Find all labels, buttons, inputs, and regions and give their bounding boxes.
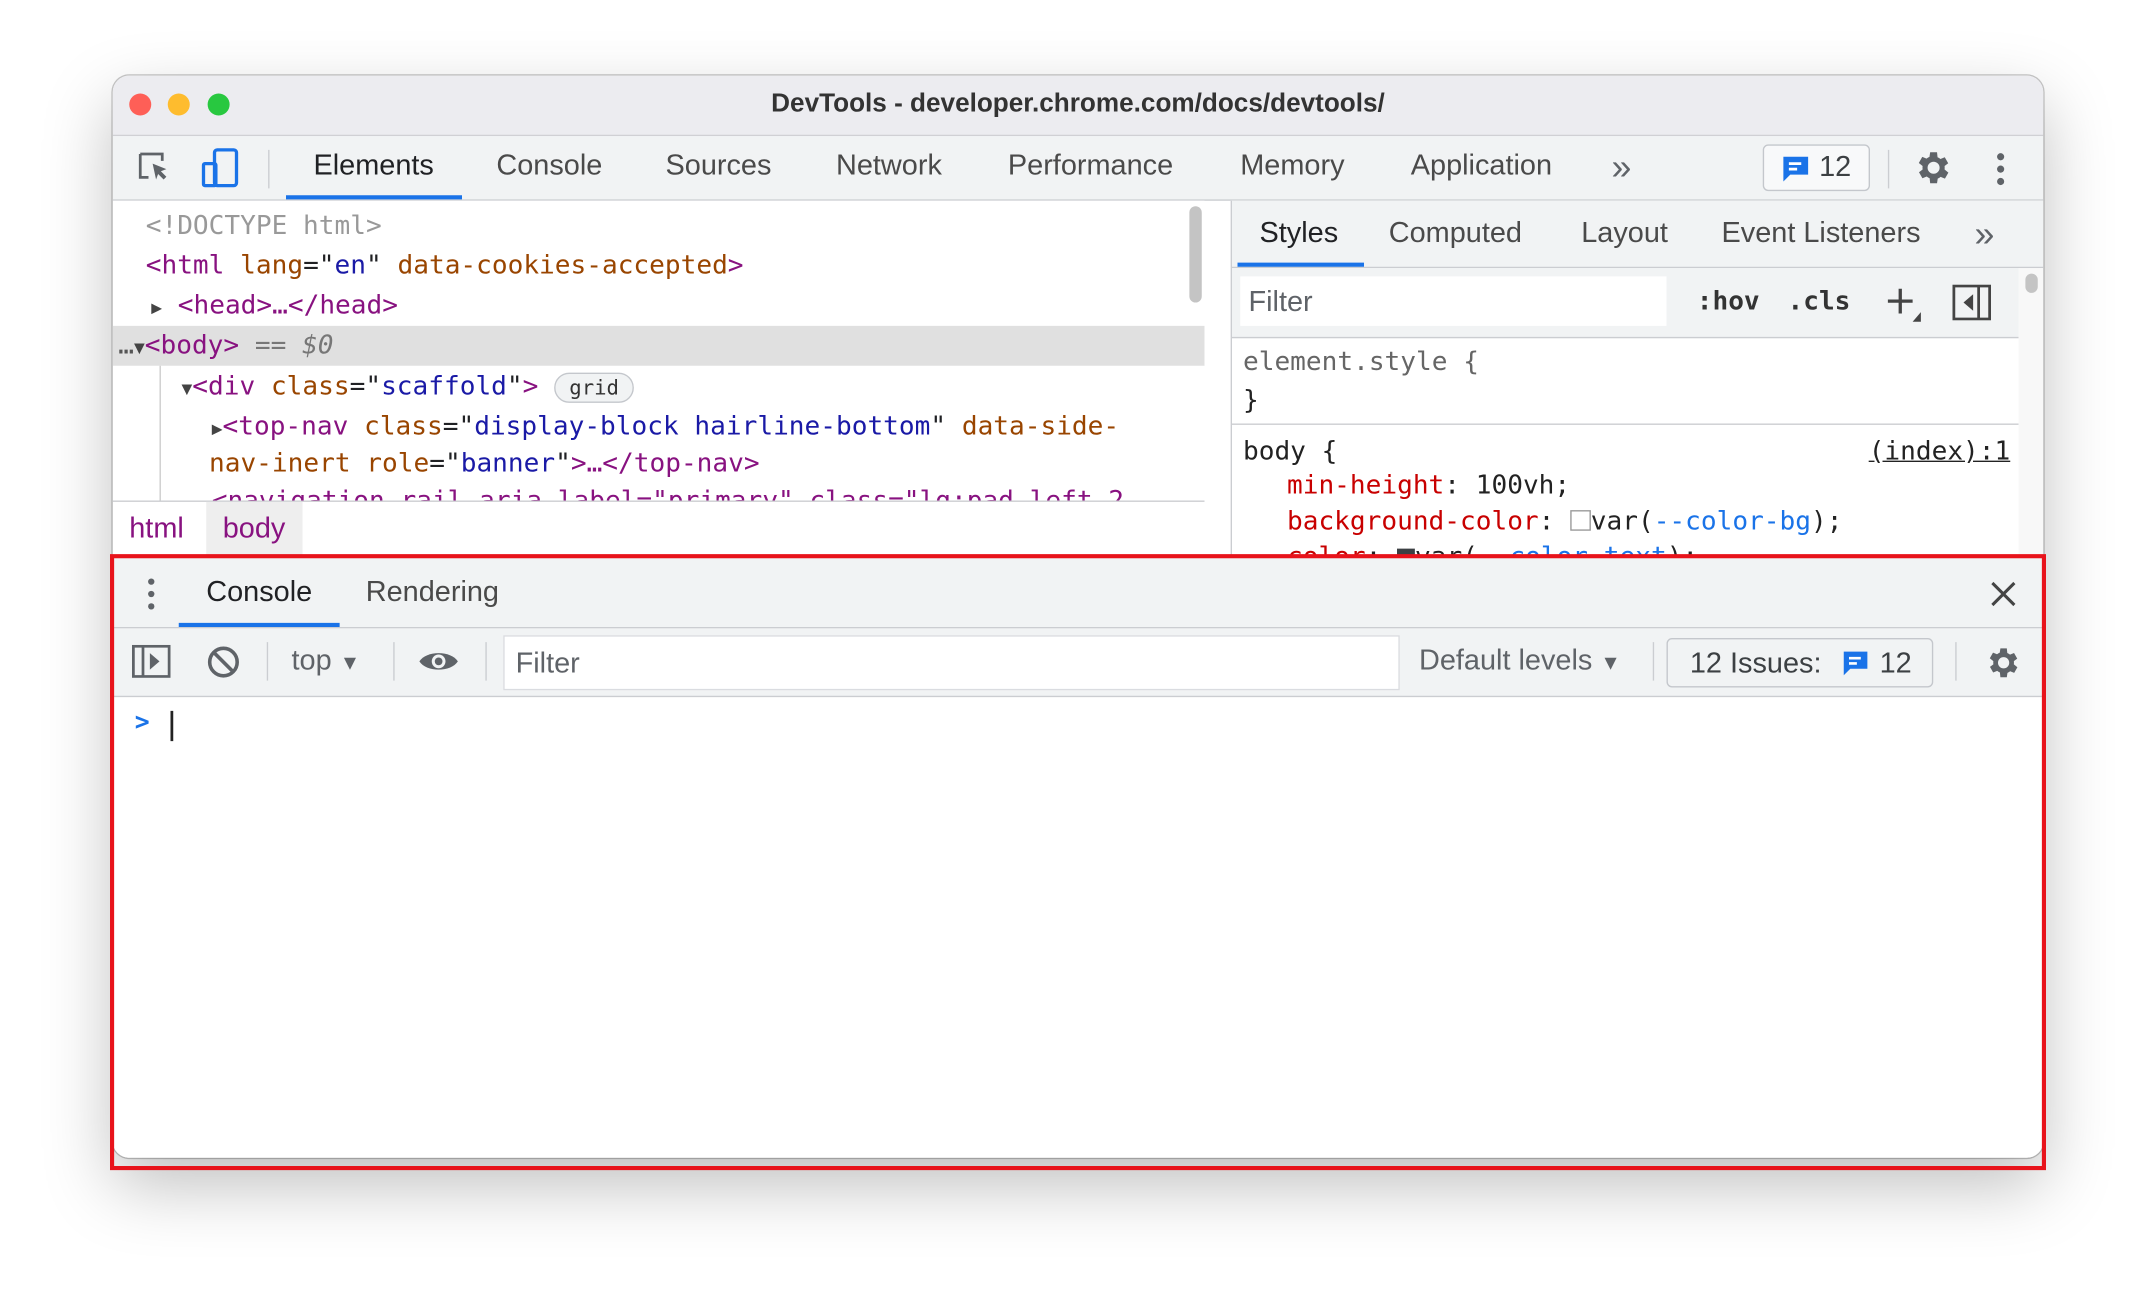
attr-value: en — [334, 250, 367, 281]
brace: } — [1243, 385, 1259, 416]
dom-node-navigation-rail[interactable]: <navigation-rail aria-label="primary" cl… — [212, 481, 1124, 500]
dom-node-doctype[interactable]: <!DOCTYPE html> — [146, 206, 382, 246]
dom-node-top-nav-cont: nav-inert role="banner">…</top-nav> — [209, 448, 760, 479]
element-style-rule[interactable]: element.style {} — [1243, 342, 1479, 419]
styles-tabs: Styles Computed Layout Event Listeners » — [1232, 200, 2044, 269]
collapse-triangle-icon[interactable]: ▼ — [134, 338, 145, 359]
dom-node-html[interactable]: <html lang="en" data-cookies-accepted> — [146, 246, 744, 286]
source-link[interactable]: (index):1 — [1869, 432, 2011, 471]
issues-button[interactable]: 12 — [1762, 144, 1870, 192]
attr-name: class — [364, 411, 443, 442]
tab-layout[interactable]: Layout — [1581, 201, 1668, 267]
active-tab-indicator — [1237, 262, 1364, 267]
issues-message-icon — [1783, 156, 1809, 182]
tag-name: <div — [192, 371, 256, 402]
styles-filter-bar: Filter :hov .cls — [1232, 268, 2019, 339]
attr-value: banner — [460, 448, 556, 479]
dom-node-head[interactable]: ▶ <head>…</head> — [151, 286, 398, 329]
indent-guide — [159, 365, 161, 501]
issues-count: 12 — [1819, 151, 1852, 183]
tab-performance[interactable]: Performance — [1008, 136, 1173, 199]
tab-memory[interactable]: Memory — [1240, 136, 1344, 199]
prop-value: var( — [1590, 506, 1654, 537]
new-style-rule-icon[interactable] — [1887, 285, 1923, 324]
divider — [1887, 149, 1890, 189]
more-options-icon[interactable] — [1994, 150, 2008, 189]
styles-pane: Styles Computed Layout Event Listeners »… — [1230, 200, 2044, 572]
settings-gear-icon[interactable] — [1911, 147, 1952, 188]
style-prop[interactable]: background-color: var(--color-bg); — [1243, 503, 1842, 539]
tag-name: >…</top-nav> — [570, 448, 760, 479]
cls-button[interactable]: .cls — [1788, 286, 1851, 316]
tag-name: <top-nav — [222, 411, 349, 442]
attr-name: data-cookies-accepted — [397, 250, 728, 281]
dom-tree: <!DOCTYPE html> <html lang="en" data-coo… — [112, 200, 1205, 501]
styles-filter-input[interactable]: Filter — [1240, 276, 1667, 326]
dom-scrollbar[interactable] — [1189, 206, 1202, 303]
tab-computed[interactable]: Computed — [1389, 201, 1522, 267]
attr-name: nav-inert — [209, 448, 351, 479]
breadcrumb: html body — [112, 500, 1205, 557]
breadcrumb-body[interactable]: body — [206, 501, 302, 557]
tab-network[interactable]: Network — [836, 136, 942, 199]
more-tabs-button[interactable]: » — [1975, 201, 1995, 267]
tab-console[interactable]: Console — [496, 136, 602, 199]
tab-event-listeners[interactable]: Event Listeners — [1722, 201, 1921, 267]
dom-node-div-scaffold[interactable]: ▼<div class="scaffold"> grid — [182, 367, 635, 410]
prop-name: background-color — [1287, 506, 1539, 537]
divider — [268, 149, 270, 189]
prop-value: 100vh; — [1475, 470, 1571, 501]
selector: body { — [1243, 435, 1338, 467]
collapse-triangle-icon[interactable]: ▼ — [182, 380, 193, 401]
highlight-box — [110, 554, 2046, 1171]
attr-name: role — [366, 448, 430, 479]
style-prop[interactable]: min-height: 100vh; — [1243, 468, 1842, 504]
styles-scrollbar-track — [2018, 268, 2044, 559]
tab-application[interactable]: Application — [1411, 136, 1552, 199]
color-swatch[interactable] — [1570, 510, 1591, 531]
filter-placeholder: Filter — [1248, 286, 1313, 318]
tab-sources[interactable]: Sources — [666, 136, 772, 199]
tag-name: <body> — [144, 330, 240, 361]
dom-node-body[interactable]: …▼<body> == $0 — [118, 326, 333, 369]
inspect-element-icon[interactable] — [135, 149, 174, 188]
title-bar: DevTools - developer.chrome.com/docs/dev… — [112, 75, 2044, 137]
prop-name: min-height — [1287, 470, 1445, 501]
breadcrumb-html[interactable]: html — [129, 513, 184, 546]
expand-triangle-icon[interactable]: ▶ — [151, 298, 162, 319]
toggle-sidebar-icon[interactable] — [1952, 284, 1992, 321]
css-var[interactable]: --color-bg — [1654, 506, 1811, 536]
prop-value: ); — [1810, 506, 1843, 537]
tag-name: <html — [145, 250, 225, 281]
tag-name: <head>…</head> — [177, 290, 398, 321]
grid-badge[interactable]: grid — [554, 372, 635, 403]
more-tabs-button[interactable]: » — [1612, 136, 1632, 199]
tab-styles[interactable]: Styles — [1260, 201, 1339, 267]
selector: element.style { — [1243, 346, 1479, 377]
hov-button[interactable]: :hov — [1697, 286, 1760, 316]
attr-value: scaffold — [381, 371, 507, 402]
ellipsis-icon[interactable]: … — [118, 330, 134, 360]
attr-name: lang — [240, 250, 304, 281]
attr-name: data-side- — [961, 411, 1120, 442]
attr-value: display-block hairline-bottom — [474, 411, 931, 442]
styles-scrollbar[interactable] — [2024, 273, 2038, 293]
tab-elements[interactable]: Elements — [286, 136, 461, 200]
main-toolbar: Elements Console Sources Network Perform… — [112, 136, 2044, 201]
expand-triangle-icon[interactable]: ▶ — [212, 419, 223, 440]
window-title: DevTools - developer.chrome.com/docs/dev… — [771, 89, 1385, 119]
console-ref: == $0 — [254, 330, 334, 361]
device-toolbar-icon[interactable] — [201, 147, 242, 188]
divider — [1232, 423, 2019, 425]
attr-name: class — [270, 371, 350, 402]
